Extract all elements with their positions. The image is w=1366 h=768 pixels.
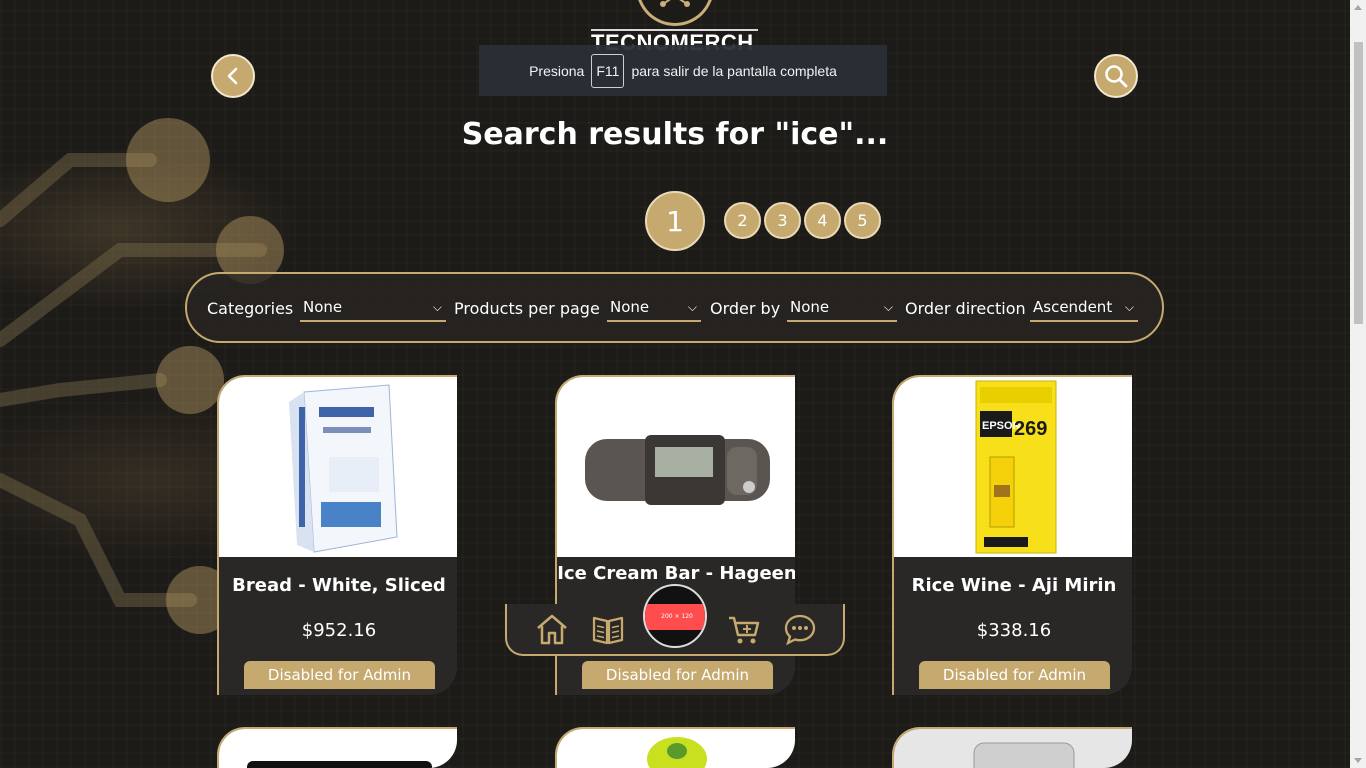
page-button[interactable]: 3: [764, 202, 801, 239]
avatar[interactable]: 200 × 120: [643, 584, 707, 648]
filter-bar: Categories None ⌵ Products per page None…: [185, 272, 1164, 343]
product-card[interactable]: [217, 727, 457, 768]
product-name: Bread - White, Sliced: [232, 575, 446, 596]
product-card[interactable]: EPSON 269 Rice Wine - Aji Mirin $338.16 …: [892, 375, 1132, 695]
search-icon: [1105, 65, 1128, 88]
per-page-value: None: [610, 298, 650, 316]
product-image: [557, 729, 795, 768]
categories-select[interactable]: None ⌵: [300, 298, 446, 322]
page-button-current[interactable]: 1: [645, 191, 705, 251]
product-image: EPSON 269: [894, 377, 1132, 557]
add-to-cart-button[interactable]: Disabled for Admin: [919, 661, 1110, 689]
epson-269-ink-cartridge-image: EPSON 269: [975, 380, 1057, 554]
product-card[interactable]: [892, 727, 1132, 768]
scroll-up-arrow-icon[interactable]: [1354, 5, 1362, 10]
add-to-cart-button[interactable]: Disabled for Admin: [582, 661, 773, 689]
logo-circuit-icon: [660, 0, 690, 7]
avatar-placeholder-text: 200 × 120: [645, 604, 705, 630]
order-direction-select[interactable]: Ascendent ⌵: [1030, 298, 1138, 322]
categories-label: Categories: [207, 299, 294, 318]
page-button[interactable]: 5: [844, 202, 881, 239]
chevron-down-icon: ⌵: [432, 300, 442, 314]
order-direction-label: Order direction: [905, 299, 1026, 318]
scroll-down-arrow-icon[interactable]: [1354, 758, 1362, 763]
digital-music-player-image: [585, 435, 770, 505]
svg-text:269: 269: [1014, 418, 1047, 440]
product-image: [219, 377, 457, 557]
toy-image: [647, 737, 707, 768]
categories-value: None: [303, 298, 343, 316]
usb-video-capture-box-image: [289, 384, 398, 553]
bottom-nav: 200 × 120: [505, 584, 845, 656]
add-to-cart-button[interactable]: Disabled for Admin: [244, 661, 435, 689]
product-card[interactable]: [555, 727, 795, 768]
scrollbar-thumb[interactable]: [1354, 42, 1363, 324]
page-scrollbar[interactable]: [1350, 0, 1366, 768]
page-title: Search results for "ice"...: [461, 117, 889, 152]
cart-icon[interactable]: [727, 612, 761, 646]
order-by-label: Order by: [710, 299, 781, 318]
device-image: [973, 742, 1075, 768]
fullscreen-notice-suffix: para salir de la pantalla completa: [631, 62, 837, 79]
tablet-image: [247, 761, 432, 768]
product-price: $952.16: [301, 620, 377, 641]
order-direction-value: Ascendent: [1033, 298, 1113, 316]
order-by-select[interactable]: None ⌵: [787, 298, 897, 322]
page-button[interactable]: 2: [724, 202, 761, 239]
fullscreen-key-badge: F11: [591, 53, 625, 88]
product-name: Ice Cream Bar - Hageen: [557, 563, 795, 584]
per-page-select[interactable]: None ⌵: [607, 298, 701, 322]
product-price: $338.16: [976, 620, 1052, 641]
product-name: Rice Wine - Aji Mirin: [911, 575, 1117, 596]
page-button[interactable]: 4: [804, 202, 841, 239]
chevron-left-icon: [227, 67, 238, 85]
chevron-down-icon: ⌵: [883, 300, 893, 314]
chevron-down-icon: ⌵: [1124, 300, 1134, 314]
home-icon[interactable]: [535, 612, 569, 646]
chat-icon[interactable]: [783, 612, 817, 646]
search-button[interactable]: [1094, 54, 1138, 98]
product-card[interactable]: Bread - White, Sliced $952.16 Disabled f…: [217, 375, 457, 695]
product-image: [557, 377, 795, 557]
per-page-label: Products per page: [454, 299, 600, 318]
catalog-icon[interactable]: [591, 612, 625, 646]
back-button[interactable]: [211, 54, 255, 98]
product-image: [219, 729, 457, 768]
fullscreen-notice: Presiona F11 para salir de la pantalla c…: [479, 45, 887, 96]
order-by-value: None: [790, 298, 830, 316]
product-image: [894, 729, 1132, 768]
chevron-down-icon: ⌵: [687, 300, 697, 314]
fullscreen-notice-prefix: Presiona: [529, 62, 585, 79]
